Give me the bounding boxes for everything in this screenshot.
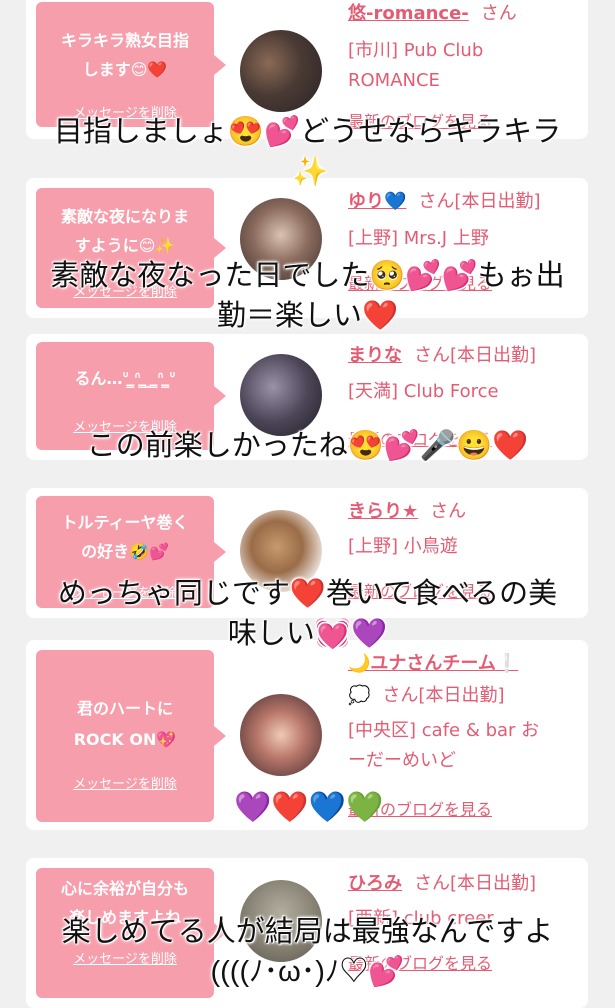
shop-name: [上野] Mrs.J 上野 — [348, 224, 580, 254]
cast-name-line: まりな さん[本日出勤] — [348, 342, 536, 370]
honorific: さん — [480, 3, 517, 24]
shop-name: [中央区] cafe & bar お ーだーめいど — [348, 716, 580, 776]
cast-name-link[interactable]: 悠-romance- — [348, 3, 469, 24]
overlay-caption: ((((ﾉ･ω･)ﾉ♡💕 — [210, 956, 405, 988]
cast-name-line: 悠-romance- さん — [348, 0, 517, 28]
cast-name-link[interactable]: まりな — [348, 345, 402, 366]
cast-name-line: ひろみ さん[本日出勤] — [348, 870, 536, 898]
message-text: します😊❤️ — [82, 60, 168, 79]
message-text: るん…ᐡ ̳ᐢ ̳‎ ̫ ̳ᐢ ̳ᐡ — [74, 369, 176, 388]
overlay-caption: 味しい💓💜 — [227, 618, 388, 650]
shop-name: [市川] Pub Club ROMANCE — [348, 36, 580, 96]
message-text: キラキラ熟女目指 — [60, 31, 189, 50]
shop-line: [天満] Club Force — [348, 381, 499, 402]
cast-name-link[interactable]: ひろみ — [348, 873, 402, 894]
shop-line: ROMANCE — [348, 70, 440, 91]
message-text: の好き🤣💕 — [81, 542, 169, 561]
work-status: [本日出勤] — [450, 345, 537, 366]
emoji-reaction-row: 💜❤️💙💚 — [234, 790, 384, 825]
message-text: トルティーヤ巻く — [61, 513, 189, 532]
message-text: 君のハートに — [76, 699, 173, 718]
cast-name-line: きらり★ さん — [348, 498, 466, 526]
cast-name-link[interactable]: きらり★ — [348, 501, 418, 522]
message-text: 心に余裕が自分も — [60, 879, 189, 898]
overlay-caption: 勤＝楽しい❤️ — [216, 300, 399, 332]
delete-message-link[interactable]: メッセージを削除 — [36, 773, 214, 792]
overlay-caption: 楽しめてる人が結局は最強なんですよ — [61, 916, 554, 948]
overlay-caption: 目指しましょ😍💕どうせならキラキラ — [53, 116, 562, 148]
honorific: さん — [382, 685, 419, 706]
name-suffix: 💭 — [348, 685, 371, 706]
cast-name-line: ゆり💙 さん[本日出勤] — [348, 188, 540, 216]
shop-line: [中央区] cafe & bar お — [348, 720, 540, 741]
shop-line: [市川] Pub Club — [348, 40, 484, 61]
cast-name-line: 💭 さん[本日出勤] — [348, 682, 504, 710]
avatar[interactable] — [240, 354, 322, 436]
work-status: [本日出勤] — [418, 685, 505, 706]
overlay-caption: めっちゃ同じです❤️巻いて食べるの美 — [57, 578, 558, 610]
message-bubble: キラキラ熟女目指 します😊❤️ メッセージを削除 — [36, 2, 226, 127]
honorific: さん — [414, 873, 450, 894]
overlay-caption: この前楽しかったね😍💕🎤😀❤️ — [86, 430, 529, 462]
shop-line: [上野] Mrs.J 上野 — [348, 228, 489, 249]
avatar[interactable] — [240, 694, 322, 776]
shop-name: [天満] Club Force — [348, 377, 580, 407]
honorific: さん — [418, 191, 455, 212]
honorific: さん — [430, 501, 467, 522]
shop-name: [上野] 小鳥遊 — [348, 532, 580, 562]
message-bubble: 君のハートに ROCK ON💖 メッセージを削除 — [36, 650, 226, 822]
message-text: ROCK ON💖 — [73, 730, 177, 749]
shop-line: ーだーめいど — [348, 750, 456, 771]
overlay-caption: 素敵な夜なった日でした🥺💕💕もぉ出 — [50, 260, 565, 292]
work-status: [本日出勤] — [454, 191, 541, 212]
cast-name-link[interactable]: ゆり💙 — [348, 191, 406, 212]
cast-name-line: 🌙ユナさんチーム❕ — [348, 650, 518, 678]
avatar[interactable] — [240, 30, 322, 112]
shop-line: [上野] 小鳥遊 — [348, 536, 458, 557]
overlay-caption: ✨ — [291, 156, 329, 188]
work-status: [本日出勤] — [450, 873, 537, 894]
cast-name-link[interactable]: 🌙ユナさんチーム❕ — [348, 653, 518, 674]
message-text: 素敵な夜になりま — [60, 207, 189, 226]
honorific: さん — [414, 345, 450, 366]
